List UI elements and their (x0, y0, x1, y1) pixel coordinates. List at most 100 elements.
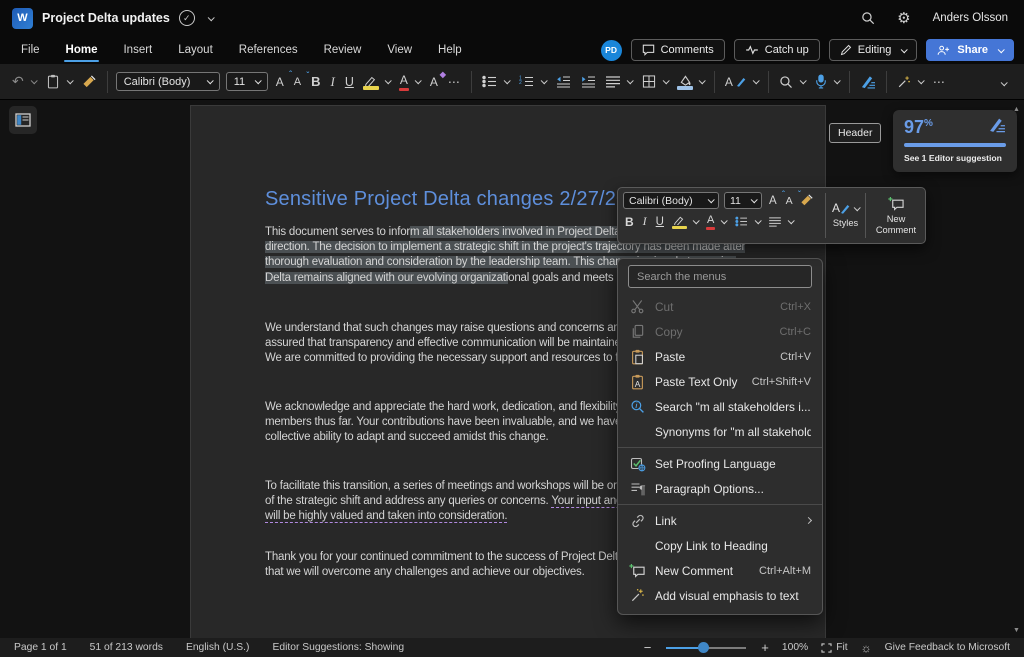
gear-icon[interactable]: ⚙ (897, 9, 910, 27)
svg-text:¶: ¶ (639, 483, 645, 496)
fit-button[interactable]: Fit (821, 642, 847, 653)
more-font-options-button[interactable]: ⋯ (446, 73, 463, 91)
mini-align-button[interactable] (767, 215, 795, 229)
editor-suggestion-link[interactable]: See 1 Editor suggestion (904, 153, 1006, 163)
grow-font-button[interactable]: Aˆ (274, 73, 286, 91)
ribbon-more-button[interactable]: ⋯ (931, 73, 948, 91)
comments-button[interactable]: Comments (631, 39, 725, 61)
share-button[interactable]: Share (926, 39, 1014, 61)
document-heading[interactable]: Sensitive Project Delta changes 2/27/202… (265, 188, 650, 211)
align-button[interactable] (604, 74, 634, 90)
tab-home[interactable]: Home (55, 39, 109, 61)
find-button[interactable] (777, 73, 807, 91)
avatar[interactable]: PD (601, 40, 622, 61)
editor-score-card[interactable]: 97% See 1 Editor suggestion (893, 110, 1017, 172)
format-painter-button[interactable] (80, 73, 99, 91)
scroll-up-arrow-icon[interactable]: ▲ (1013, 106, 1020, 113)
search-the-menus-input[interactable] (637, 271, 803, 283)
tab-review[interactable]: Review (313, 39, 373, 61)
search-icon[interactable] (861, 11, 875, 25)
mini-underline-button[interactable]: U (654, 214, 666, 230)
menu-item-new-comment[interactable]: New CommentCtrl+Alt+M (618, 558, 822, 583)
mini-italic-button[interactable]: I (641, 212, 649, 231)
editor-button[interactable] (858, 73, 878, 91)
menu-item-link[interactable]: Link (618, 508, 822, 533)
bold-button[interactable]: B (309, 72, 322, 91)
feedback-link[interactable]: Give Feedback to Microsoft (885, 642, 1010, 653)
context-menu-search[interactable] (628, 265, 812, 288)
menu-item-copy: CopyCtrl+C (618, 319, 822, 344)
mini-styles-button[interactable]: A Styles (827, 188, 864, 243)
editing-mode-button[interactable]: Editing (829, 39, 918, 61)
mini-font-name-select[interactable]: Calibri (Body) (623, 192, 719, 209)
zoom-out-button[interactable]: − (644, 640, 652, 655)
navigation-pane-toggle[interactable] (9, 106, 37, 134)
text-effects-button[interactable]: A◆ (428, 73, 440, 91)
shading-button[interactable] (676, 73, 706, 91)
menu-item-paragraph-options[interactable]: ¶Paragraph Options... (618, 476, 822, 501)
zoom-slider-handle[interactable] (698, 642, 709, 653)
zoom-slider[interactable] (664, 647, 748, 649)
document-workspace: Sensitive Project Delta changes 2/27/202… (0, 100, 1024, 638)
tab-layout[interactable]: Layout (167, 39, 224, 61)
menu-item-copy-link-to-heading[interactable]: Copy Link to Heading (618, 533, 822, 558)
text-highlight-button[interactable] (362, 73, 392, 91)
editor-pen-icon (988, 117, 1006, 133)
bullets-button[interactable] (480, 73, 511, 90)
document-title[interactable]: Project Delta updates (42, 11, 170, 25)
menu-item-search-m-all-stakeholders-i[interactable]: iSearch "m all stakeholders i..." (618, 394, 822, 419)
mini-format-painter-button[interactable] (800, 194, 814, 207)
tab-insert[interactable]: Insert (112, 39, 163, 61)
mini-new-comment-button[interactable]: New Comment (867, 188, 925, 243)
mini-font-color-button[interactable]: A (705, 212, 728, 231)
dictate-button[interactable] (813, 72, 841, 91)
status-editor-suggestions-showin[interactable]: Editor Suggestions: Showing (272, 642, 404, 653)
title-chevron-down-icon[interactable] (207, 14, 214, 21)
tab-file[interactable]: File (10, 39, 51, 61)
status-page-1-of-1[interactable]: Page 1 of 1 (14, 642, 67, 653)
zoom-in-button[interactable]: + (761, 640, 769, 655)
menu-item-add-visual-emphasis-to-text[interactable]: Add visual emphasis to text (618, 583, 822, 608)
shrink-font-button[interactable]: Aˇ (292, 74, 303, 90)
status-51-of-213-words[interactable]: 51 of 213 words (90, 642, 163, 653)
word-app-window: W Project Delta updates ✓ ⚙ Anders Olsso… (0, 0, 1024, 657)
scroll-down-arrow-icon[interactable]: ▼ (1013, 627, 1020, 634)
undo-button[interactable]: ↶ (10, 71, 38, 92)
increase-indent-button[interactable] (579, 73, 598, 90)
autosave-cloud-icon[interactable]: ✓ (179, 10, 195, 26)
menu-item-synonyms-for-m-all-stakehold[interactable]: Synonyms for "m all stakehold... (618, 419, 822, 444)
mini-bold-button[interactable]: B (623, 213, 636, 231)
tab-references[interactable]: References (228, 39, 309, 61)
mini-bullets-button[interactable] (733, 214, 762, 229)
menu-item-set-proofing-language[interactable]: Set Proofing Language (618, 451, 822, 476)
mini-shrink-font-button[interactable]: Aˇ (784, 193, 795, 209)
styles-button[interactable]: A (723, 73, 760, 91)
ribbon-collapse-chevron[interactable] (997, 73, 1014, 91)
font-color-button[interactable]: A (398, 71, 422, 92)
borders-button[interactable] (640, 73, 670, 90)
font-name-select[interactable]: Calibri (Body) (116, 72, 220, 91)
mini-grow-font-button[interactable]: Aˆ (767, 193, 779, 209)
tab-view[interactable]: View (376, 39, 423, 61)
add-visual-emphasis-button[interactable] (895, 73, 925, 91)
numbering-button[interactable]: 12 (517, 73, 548, 90)
user-name[interactable]: Anders Olsson (933, 12, 1008, 24)
header-button[interactable]: Header (829, 123, 881, 143)
menu-item-paste[interactable]: PasteCtrl+V (618, 344, 822, 369)
zoom-level[interactable]: 100% (782, 642, 808, 653)
italic-button[interactable]: I (328, 72, 336, 92)
pencil-icon (840, 44, 852, 56)
catch-up-button[interactable]: Catch up (734, 39, 820, 61)
underline-button[interactable]: U (343, 73, 356, 91)
paste-button[interactable] (44, 72, 74, 91)
status-english-u-s-[interactable]: English (U.S.) (186, 642, 250, 653)
tab-help[interactable]: Help (427, 39, 473, 61)
vertical-scrollbar[interactable]: ▲ ▼ (1012, 104, 1022, 638)
decrease-indent-button[interactable] (554, 73, 573, 90)
mini-highlight-button[interactable] (671, 213, 700, 230)
menu-item-paste-text-only[interactable]: APaste Text OnlyCtrl+Shift+V (618, 369, 822, 394)
focus-mode-icon[interactable]: ☼ (861, 641, 872, 655)
font-size-select[interactable]: 11 (226, 72, 268, 91)
editor-score: 97% (904, 117, 933, 138)
mini-font-size-select[interactable]: 11 (724, 192, 762, 209)
